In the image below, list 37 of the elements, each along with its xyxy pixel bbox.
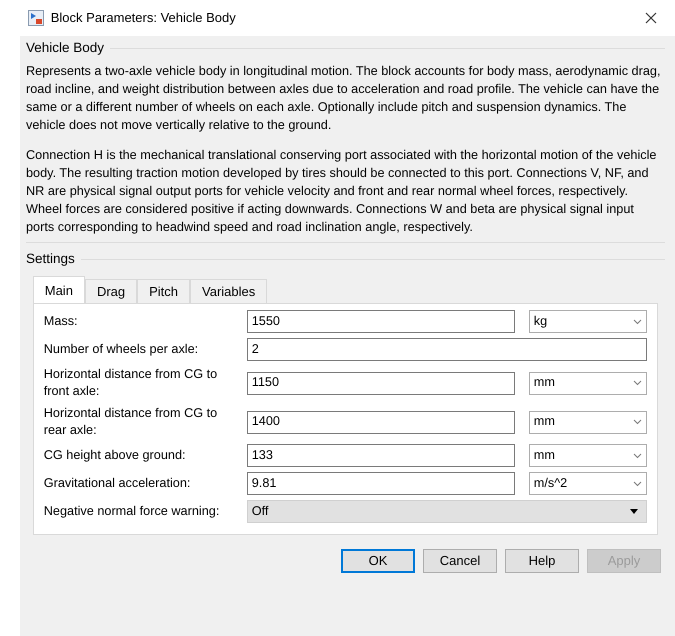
description-text: Connection H is the mechanical translational conserving port associated with the horizontal motion of the vehicle body. The resulting traction motion developed by tires should be connected to this port. Connections V, NF, and NR are physical signal output ports for vehicle velocity and front and rear normal wheel forces, respectively. Wheel forces are considered positive if acting downwards. Connections W and beta are physical signal input ports corresponding to headwind speed and road inclination angle, respectively. bbox=[26, 147, 658, 236]
caret-icon bbox=[633, 419, 642, 425]
tab[interactable]: Variables bbox=[190, 278, 268, 303]
unit-dropdown[interactable]: mm bbox=[528, 444, 648, 467]
input-field[interactable]: 1400 bbox=[246, 410, 515, 434]
tab[interactable]: Drag bbox=[84, 278, 138, 303]
field-label: Horizontal distance from CG to front axle: bbox=[44, 366, 218, 400]
window-title: Block Parameters: Vehicle Body bbox=[50, 9, 237, 28]
field-label: Negative normal force warning: bbox=[44, 503, 220, 520]
app-icon bbox=[28, 10, 44, 26]
unit-dropdown[interactable]: kg bbox=[528, 310, 648, 333]
caret-icon bbox=[630, 509, 638, 514]
field-label: CG height above ground: bbox=[44, 447, 187, 464]
dialog-button[interactable]: Cancel bbox=[423, 549, 497, 573]
input-field[interactable]: 1150 bbox=[246, 372, 515, 394]
dropdown[interactable]: Off bbox=[246, 500, 648, 523]
caret-icon bbox=[633, 480, 642, 486]
unit-dropdown[interactable]: m/s^2 bbox=[528, 472, 648, 495]
caret-icon bbox=[633, 318, 642, 324]
caret-icon bbox=[633, 452, 642, 458]
input-field[interactable]: 1550 bbox=[246, 310, 515, 333]
input-field[interactable]: 2 bbox=[246, 338, 648, 361]
input-field[interactable]: 9.81 bbox=[246, 472, 515, 495]
unit-dropdown[interactable]: mm bbox=[528, 410, 648, 434]
field-label: Mass: bbox=[44, 313, 79, 330]
close-icon[interactable] bbox=[645, 12, 657, 24]
dialog-button[interactable]: OK bbox=[341, 549, 415, 573]
field-label: Number of wheels per axle: bbox=[44, 341, 200, 358]
description-text: Represents a two-axle vehicle body in longitudinal motion. The block accounts for body mass, aerodynamic drag, road incline, and weight distribution between axles due to acceleration and road profile. The vehicle can have the same or a different number of wheels on each axle. Optionally include pitch and suspension dynamics. The vehicle does not move vertically relative to the ground. bbox=[26, 63, 662, 134]
field-label: Gravitational acceleration: bbox=[44, 475, 192, 492]
field-label: Horizontal distance from CG to rear axle: bbox=[44, 405, 218, 439]
tab[interactable]: Main bbox=[32, 276, 85, 303]
caret-icon bbox=[633, 380, 642, 386]
input-field[interactable]: 133 bbox=[246, 444, 515, 467]
tab[interactable]: Pitch bbox=[137, 278, 190, 303]
dialog-button[interactable]: Help bbox=[505, 549, 579, 573]
unit-dropdown[interactable]: mm bbox=[528, 372, 648, 394]
